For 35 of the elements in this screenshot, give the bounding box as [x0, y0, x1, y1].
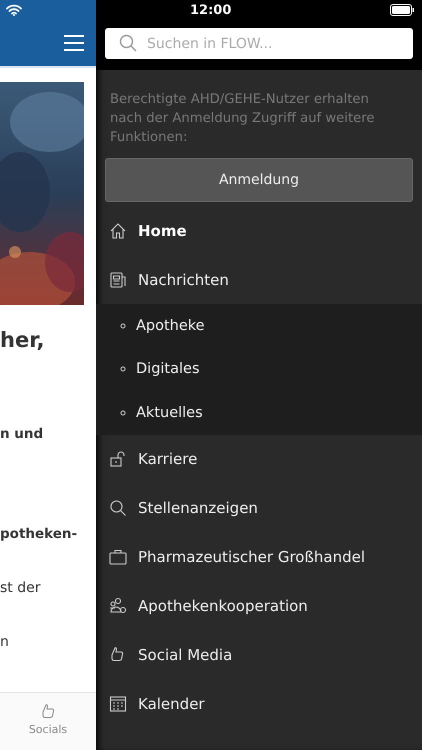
article-text: n	[0, 633, 10, 651]
search-icon	[109, 499, 127, 517]
bullet-icon	[120, 410, 126, 416]
home-icon	[109, 222, 127, 240]
bullet-icon	[120, 366, 126, 372]
menu-item[interactable]: Stellenanzeigen	[96, 484, 422, 532]
menu-item[interactable]: Pharmazeutischer Großhandel	[96, 532, 422, 582]
padlock-icon	[109, 450, 127, 468]
thumbs-up-icon	[40, 703, 56, 719]
submenu-item[interactable]: Aktuelles	[96, 391, 422, 434]
briefcase-icon	[109, 548, 127, 566]
submenu-item[interactable]: Apotheke	[96, 304, 422, 348]
article-text: her,	[0, 327, 46, 353]
submenu-item[interactable]: Digitales	[96, 348, 422, 391]
menu-item[interactable]: Kalender	[96, 680, 422, 728]
people-icon	[109, 597, 127, 615]
menu-item[interactable]: Social Media	[96, 630, 422, 680]
search-field[interactable]: Suchen in FLOW...	[105, 28, 413, 59]
wifi-icon	[6, 4, 22, 16]
article-text: st der	[0, 579, 42, 597]
search-icon	[119, 34, 137, 52]
battery-icon	[390, 4, 414, 16]
article-text: potheken-	[0, 525, 78, 543]
bullet-icon	[120, 322, 126, 329]
menu-item[interactable]: Nachrichten	[96, 255, 422, 304]
menu-icon[interactable]	[64, 35, 84, 51]
calendar-icon	[109, 695, 127, 713]
menu-item[interactable]: Karriere	[96, 434, 422, 484]
login-notice: Berechtigte AHD/GEHE-Nutzer erhalten nach der Anmeldung Zugriff auf weitere Funktionen:	[110, 91, 376, 147]
menu-item[interactable]: Home	[96, 206, 422, 255]
article-text: n und	[0, 425, 44, 443]
login-button[interactable]: Anmeldung	[105, 158, 413, 202]
newspaper-icon	[109, 270, 127, 288]
status-time: 12:00	[190, 3, 232, 18]
menu-item[interactable]: Apothekenkooperation	[96, 582, 422, 630]
